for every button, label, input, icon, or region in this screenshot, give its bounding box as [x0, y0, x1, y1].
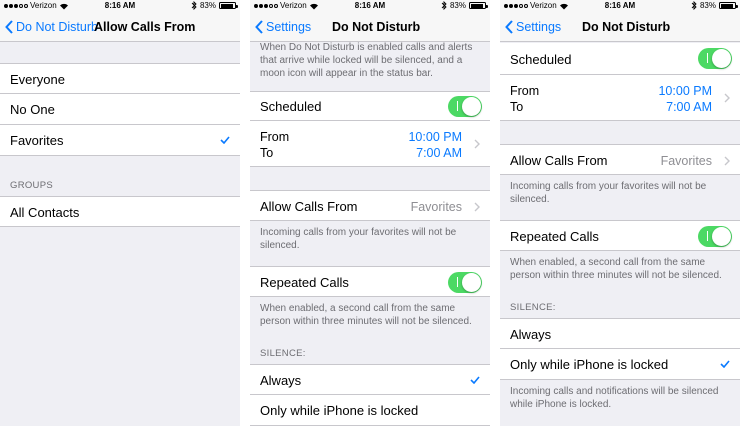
- schedule-times: 10:00 PM 7:00 AM: [408, 129, 462, 161]
- from-time: 10:00 PM: [408, 130, 462, 144]
- silence-header: SILENCE:: [510, 302, 556, 313]
- group-label: All Contacts: [10, 205, 80, 220]
- status-bar: Verizon 8:16 AM 83%: [0, 0, 240, 12]
- repeated-calls-toggle[interactable]: [698, 226, 732, 247]
- repeated-calls-label: Repeated Calls: [510, 229, 599, 244]
- bluetooth-icon: [691, 1, 697, 10]
- silence-locked-label: Only while iPhone is locked: [260, 403, 419, 418]
- back-label: Do Not Disturb: [16, 20, 98, 34]
- to-label: To: [260, 146, 274, 160]
- silence-header: SILENCE:: [260, 348, 306, 359]
- chevron-right-icon: [724, 93, 730, 103]
- chevron-left-icon: [505, 20, 513, 34]
- scheduled-row: Scheduled: [250, 91, 490, 121]
- schedule-time-row[interactable]: From To 10:00 PM 7:00 AM: [250, 121, 490, 167]
- status-bar: Verizon 8:16 AM 83%: [500, 0, 740, 12]
- to-time: 7:00 AM: [666, 100, 712, 114]
- back-button[interactable]: Settings: [505, 12, 561, 42]
- option-everyone[interactable]: Everyone: [0, 63, 240, 94]
- from-label: From: [510, 84, 540, 98]
- page-title: Do Not Disturb: [332, 20, 421, 34]
- silence-always-row[interactable]: Always: [250, 364, 490, 395]
- bluetooth-icon: [441, 1, 447, 10]
- chevron-right-icon: [724, 156, 730, 166]
- bluetooth-icon: [191, 1, 197, 10]
- status-bar: Verizon 8:16 AM 83%: [250, 0, 490, 12]
- allow-calls-from-screen: Verizon 8:16 AM 83% Do Not Disturb Allow…: [0, 0, 240, 426]
- battery-icon: [719, 2, 738, 9]
- status-right: 83%: [191, 1, 238, 10]
- status-right: 83%: [441, 1, 488, 10]
- option-label: Everyone: [10, 72, 65, 87]
- schedule-times: 10:00 PM 7:00 AM: [658, 83, 712, 115]
- back-button[interactable]: Do Not Disturb: [5, 12, 98, 42]
- scheduled-toggle[interactable]: [698, 48, 732, 69]
- allow-calls-value: Favorites: [660, 154, 712, 168]
- to-time: 7:00 AM: [416, 146, 462, 160]
- battery-percent: 83%: [699, 1, 716, 10]
- checkmark-icon: [220, 136, 230, 144]
- repeated-calls-label: Repeated Calls: [260, 275, 349, 290]
- battery-icon: [469, 2, 488, 9]
- silence-locked-label: Only while iPhone is locked: [510, 357, 669, 372]
- page-title: Allow Calls From: [94, 20, 196, 34]
- repeated-calls-row: Repeated Calls: [250, 266, 490, 297]
- back-label: Settings: [266, 20, 312, 34]
- option-favorites[interactable]: Favorites: [0, 125, 240, 156]
- checkmark-icon: [720, 360, 730, 368]
- groups-header: GROUPS: [10, 180, 53, 191]
- option-no-one[interactable]: No One: [0, 94, 240, 125]
- allow-calls-value: Favorites: [410, 200, 462, 214]
- allow-calls-footer: Incoming calls from your favorites will …: [510, 181, 707, 205]
- from-to-labels: From To: [510, 83, 539, 115]
- allow-calls-footer: Incoming calls from your favorites will …: [260, 227, 457, 251]
- silence-locked-row[interactable]: Only while iPhone is locked: [500, 349, 740, 380]
- do-not-disturb-screen-scrolled: Verizon 8:16 AM 83% Settings Do Not Dist…: [500, 0, 740, 426]
- repeated-calls-footer: When enabled, a second call from the sam…: [510, 257, 722, 281]
- page-title: Do Not Disturb: [582, 20, 671, 34]
- scheduled-label: Scheduled: [260, 99, 322, 114]
- battery-icon: [219, 2, 238, 9]
- group-all-contacts[interactable]: All Contacts: [0, 196, 240, 227]
- repeated-calls-footer: When enabled, a second call from the sam…: [260, 303, 472, 327]
- to-label: To: [510, 100, 524, 114]
- nav-bar: Do Not Disturb Allow Calls From: [0, 12, 240, 42]
- silence-locked-row[interactable]: Only while iPhone is locked: [250, 395, 490, 426]
- scheduled-row: Scheduled: [500, 43, 740, 75]
- allow-calls-row[interactable]: Allow Calls From Favorites: [250, 190, 490, 221]
- chevron-right-icon: [474, 202, 480, 212]
- from-label: From: [260, 130, 290, 144]
- checkmark-icon: [470, 376, 480, 384]
- silence-always-label: Always: [260, 373, 302, 388]
- repeated-calls-toggle[interactable]: [448, 272, 482, 293]
- option-label: Favorites: [10, 133, 64, 148]
- schedule-time-row[interactable]: From To 10:00 PM 7:00 AM: [500, 75, 740, 121]
- allow-calls-label: Allow Calls From: [260, 199, 358, 214]
- silence-locked-footer: Incoming calls and notifications will be…: [510, 386, 719, 410]
- from-time: 10:00 PM: [658, 84, 712, 98]
- repeated-calls-row: Repeated Calls: [500, 220, 740, 251]
- silence-always-label: Always: [510, 327, 552, 342]
- allow-calls-row[interactable]: Allow Calls From Favorites: [500, 144, 740, 175]
- silence-always-row[interactable]: Always: [500, 318, 740, 349]
- intro-text: When Do Not Disturb is enabled calls and…: [260, 42, 473, 79]
- battery-percent: 83%: [449, 1, 466, 10]
- scheduled-toggle[interactable]: [448, 96, 482, 117]
- chevron-left-icon: [255, 20, 263, 34]
- back-button[interactable]: Settings: [255, 12, 311, 42]
- nav-bar: Settings Do Not Disturb: [500, 12, 740, 42]
- option-label: No One: [10, 102, 55, 117]
- do-not-disturb-screen: Verizon 8:16 AM 83% Settings Do Not Dist…: [250, 0, 490, 426]
- battery-percent: 83%: [199, 1, 216, 10]
- allow-calls-label: Allow Calls From: [510, 153, 608, 168]
- scheduled-label: Scheduled: [510, 52, 572, 67]
- chevron-left-icon: [5, 20, 13, 34]
- nav-bar: Settings Do Not Disturb: [250, 12, 490, 42]
- chevron-right-icon: [474, 139, 480, 149]
- status-right: 83%: [691, 1, 738, 10]
- back-label: Settings: [516, 20, 562, 34]
- from-to-labels: From To: [260, 129, 289, 161]
